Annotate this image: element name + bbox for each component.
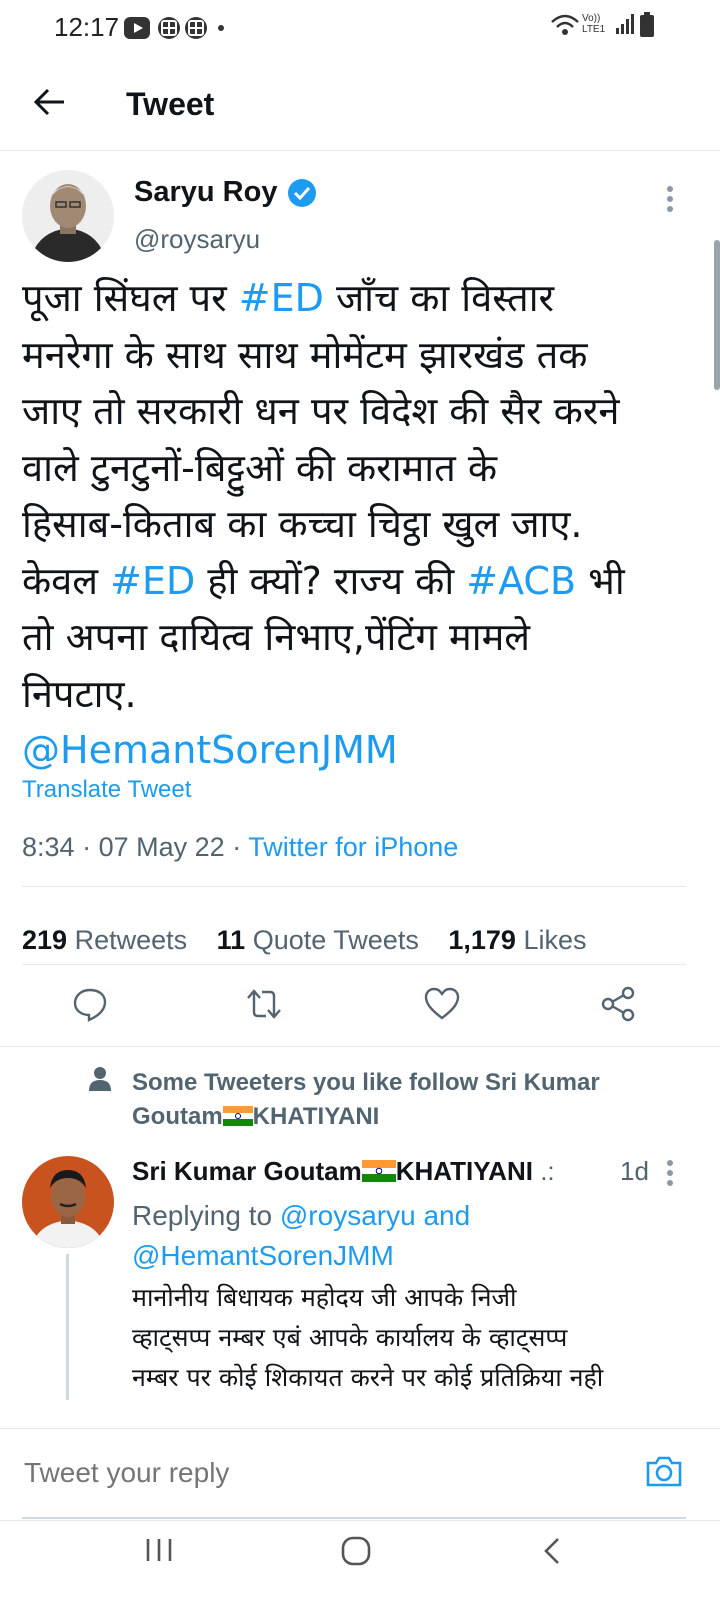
home-icon[interactable] — [340, 1535, 372, 1567]
app-header: Tweet — [0, 62, 720, 151]
heart-icon — [424, 987, 460, 1020]
like-button[interactable] — [418, 980, 466, 1028]
tweet-text-run: वाले टुनटुनों-बिट्टुओं की करामात के — [22, 445, 498, 490]
divider — [22, 964, 686, 965]
recent-apps-icon[interactable] — [144, 1535, 174, 1565]
tweet-text-run: केवल — [22, 558, 111, 603]
share-icon — [601, 986, 635, 1022]
back-nav-icon[interactable] — [540, 1535, 564, 1567]
tweet-text-run: तो अपना दायित्व निभाए,पेंटिंग मामले — [22, 615, 531, 659]
retweet-icon — [247, 989, 281, 1019]
tweet-text: पूजा सिंघल पर #ED जाँच का विस्तार मनरेगा … — [22, 270, 712, 779]
tweet-text-run: हिसाब-किताब का कच्चा चिट्ठा खुल जाए. — [22, 502, 583, 546]
reply-more-options-icon[interactable] — [664, 1158, 676, 1188]
social-context-suffix: KHATIYANI — [252, 1103, 380, 1130]
meta-separator: · — [232, 832, 242, 862]
likes-label: Likes — [523, 925, 587, 955]
replying-to-link[interactable]: @roysaryu — [280, 1200, 416, 1231]
tweet-text-run: ही क्यों? राज्य की — [195, 558, 467, 603]
author-photo — [22, 170, 114, 262]
likes-stat[interactable]: 1,179 Likes — [448, 925, 586, 955]
reply-author-photo — [22, 1156, 114, 1248]
retweets-count: 219 — [22, 925, 68, 955]
notification-icons — [124, 17, 224, 39]
tweet-source-link[interactable]: Twitter for iPhone — [248, 832, 458, 862]
share-button[interactable] — [594, 980, 642, 1028]
signal-icon — [616, 14, 634, 34]
tweet-link[interactable]: #ED — [110, 559, 195, 603]
author-name[interactable]: Saryu Roy — [134, 176, 277, 209]
reply-input[interactable] — [22, 1449, 626, 1497]
retweets-label: Retweets — [74, 925, 188, 955]
tweet-stats: 219 Retweets 11 Quote Tweets 1,179 Likes — [22, 925, 608, 956]
india-flag-icon — [222, 1106, 253, 1126]
camera-icon[interactable] — [644, 1453, 684, 1489]
reply-time-ago: 1d — [620, 1156, 649, 1186]
status-bar: 12:17 Vo)) LTE1 — [0, 0, 720, 52]
reply-author-avatar[interactable] — [22, 1156, 114, 1248]
tweet-text-run: पूजा सिंघल पर — [22, 276, 239, 320]
divider — [0, 1046, 720, 1047]
reply-icon — [73, 988, 107, 1022]
back-arrow-icon[interactable] — [30, 82, 70, 122]
divider — [22, 886, 686, 887]
reply-composer — [0, 1428, 720, 1521]
translate-tweet-link[interactable]: Translate Tweet — [22, 776, 191, 804]
india-flag-icon — [361, 1160, 396, 1182]
status-time: 12:17 — [54, 12, 120, 42]
replying-to: Replying to @roysaryu and @HemantSorenJM… — [132, 1196, 672, 1276]
system-nav-bar — [0, 1520, 720, 1601]
tweet-link[interactable]: @HemantSorenJMM — [22, 728, 398, 772]
tweet-link[interactable]: #ACB — [466, 559, 576, 603]
thread-line — [66, 1254, 69, 1400]
replying-to-and: and — [423, 1200, 471, 1231]
tweet-time: 8:34 — [22, 832, 75, 862]
tweet-text-run: भी — [576, 558, 625, 603]
more-options-icon[interactable] — [664, 184, 676, 214]
network-label: Vo)) LTE1 — [582, 13, 606, 35]
scrollbar-thumb[interactable] — [714, 240, 720, 390]
reply-ellipsis: .: — [540, 1156, 555, 1186]
reply-author-name-text: Sri Kumar Goutam — [132, 1156, 362, 1186]
retweet-button[interactable] — [240, 980, 288, 1028]
tweet-text-run: मनरेगा के साथ साथ मोमेंटम झारखंड तक — [22, 332, 588, 377]
quote-tweets-stat[interactable]: 11 Quote Tweets — [217, 925, 419, 955]
quote-tweets-label: Quote Tweets — [252, 925, 419, 955]
quote-tweets-count: 11 — [216, 925, 246, 955]
tweet-meta: 8:34 · 07 May 22 · Twitter for iPhone — [22, 832, 458, 863]
tweet-text-run: जाए तो सरकारी धन पर विदेश की सैर करने — [22, 389, 620, 433]
likes-count: 1,179 — [448, 925, 516, 955]
reply-text: मानोनीय बिधायक महोदय जी आपके निजी व्हाट्… — [132, 1283, 604, 1392]
input-underline — [22, 1517, 686, 1519]
meta-separator: · — [82, 832, 92, 862]
person-icon — [89, 1067, 111, 1091]
tweet-link[interactable]: #ED — [239, 276, 324, 320]
author-handle[interactable]: @roysaryu — [134, 224, 260, 255]
reply-button[interactable] — [66, 980, 114, 1028]
page-title: Tweet — [126, 86, 215, 122]
tweet-text-run: जाँच का विस्तार — [323, 276, 555, 320]
tweet-text-run: निपटाए. — [22, 671, 137, 716]
reply-author-name-suffix: KHATIYANI — [395, 1156, 533, 1186]
tweet-date: 07 May 22 — [98, 832, 225, 862]
replying-to-label: Replying to — [132, 1200, 273, 1231]
reply-author-name[interactable]: Sri Kumar Goutam KHATIYANI .: — [132, 1156, 652, 1187]
verified-badge-icon — [288, 179, 316, 207]
social-context: Some Tweeters you like follow Sri Kumar … — [132, 1066, 672, 1134]
replying-to-link[interactable]: @HemantSorenJMM — [132, 1240, 394, 1271]
wifi-icon — [551, 14, 579, 35]
author-avatar[interactable] — [22, 170, 114, 262]
retweets-stat[interactable]: 219 Retweets — [22, 925, 187, 955]
battery-icon — [640, 12, 654, 37]
